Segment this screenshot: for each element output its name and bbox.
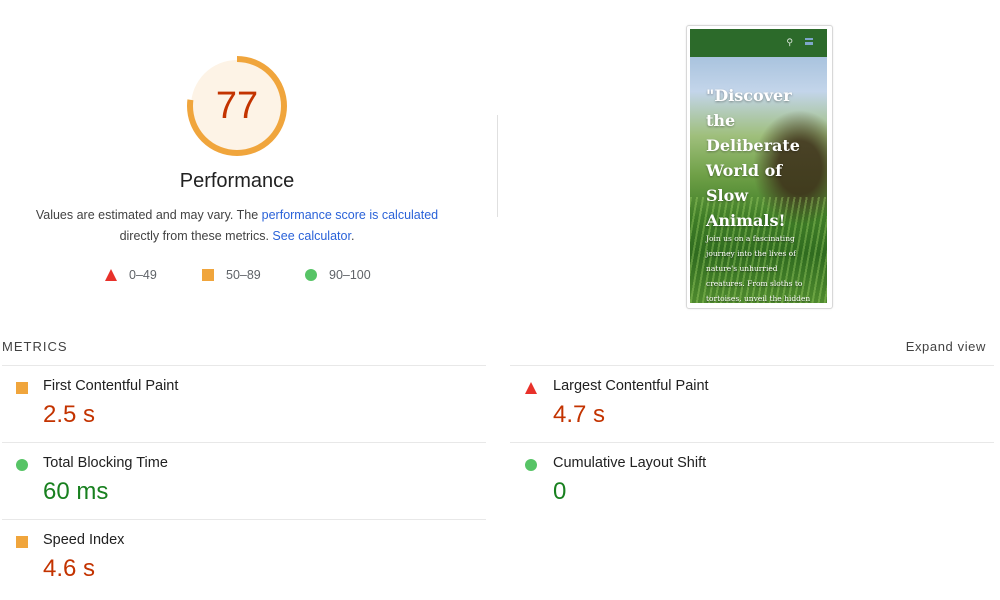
metrics-divider	[510, 365, 994, 366]
screenshot-body-text: Join us on a fascinating journey into th…	[706, 234, 811, 303]
section-divider	[497, 115, 498, 217]
metric-label-largest-contentful-paint: Largest Contentful Paint	[553, 378, 709, 394]
description-text-3: .	[350, 229, 355, 243]
orange-square-icon	[16, 536, 28, 548]
metric-cls-icon-wrap	[525, 458, 537, 476]
menu-icon	[805, 38, 813, 45]
green-circle-icon	[525, 459, 537, 471]
metric-value-speed-index: 4.6 s	[43, 555, 96, 582]
red-triangle-icon	[525, 382, 537, 394]
green-circle-icon	[16, 459, 28, 471]
metrics-divider	[2, 365, 486, 366]
legend-item-fail: 0–49	[105, 266, 157, 284]
metric-tbt-icon-wrap	[16, 458, 28, 476]
final-screenshot: ⚲ "Discover the Deliberate World of Slow…	[690, 29, 827, 303]
green-circle-icon	[305, 269, 317, 281]
see-calculator-link[interactable]: See calculator	[272, 229, 351, 243]
legend-item-pass: 90–100	[305, 266, 371, 284]
metric-label-first-contentful-paint: First Contentful Paint	[43, 378, 179, 394]
metric-value-largest-contentful-paint: 4.7 s	[553, 401, 606, 428]
screenshot-navbar: ⚲	[690, 29, 827, 57]
description-text-1: Values are estimated and may vary. The	[35, 208, 262, 222]
legend-label: 0–49	[129, 268, 157, 282]
performance-score-calculated-link[interactable]: performance score is calculated	[262, 208, 438, 222]
metric-label-total-blocking-time: Total Blocking Time	[43, 455, 168, 471]
metric-value-total-blocking-time: 60 ms	[43, 478, 109, 505]
metric-label-cumulative-layout-shift: Cumulative Layout Shift	[553, 455, 707, 471]
search-icon: ⚲	[786, 37, 793, 47]
orange-square-icon	[202, 269, 214, 281]
screenshot-headline: "Discover the Deliberate World of Slow A…	[706, 86, 800, 230]
performance-description: Values are estimated and may vary. The p…	[0, 205, 474, 247]
performance-score-value: 77	[215, 84, 259, 127]
red-triangle-icon	[105, 269, 117, 281]
metrics-divider	[510, 442, 994, 443]
metric-si-icon-wrap	[16, 535, 28, 553]
metric-fcp-icon-wrap	[16, 381, 28, 399]
metrics-heading: METRICS	[2, 339, 68, 354]
legend-label: 90–100	[329, 268, 371, 282]
description-text-2: directly from these metrics.	[119, 229, 273, 243]
expand-view-button[interactable]: Expand view	[880, 339, 986, 354]
metric-value-cumulative-layout-shift: 0	[553, 478, 567, 505]
orange-square-icon	[16, 382, 28, 394]
metric-label-speed-index: Speed Index	[43, 532, 125, 548]
legend-item-average: 50–89	[202, 266, 261, 284]
performance-title: Performance	[179, 170, 295, 192]
metrics-divider	[2, 519, 486, 520]
metric-value-first-contentful-paint: 2.5 s	[43, 401, 96, 428]
legend-label: 50–89	[226, 268, 261, 282]
metric-lcp-icon-wrap	[525, 381, 537, 399]
metrics-divider	[2, 442, 486, 443]
